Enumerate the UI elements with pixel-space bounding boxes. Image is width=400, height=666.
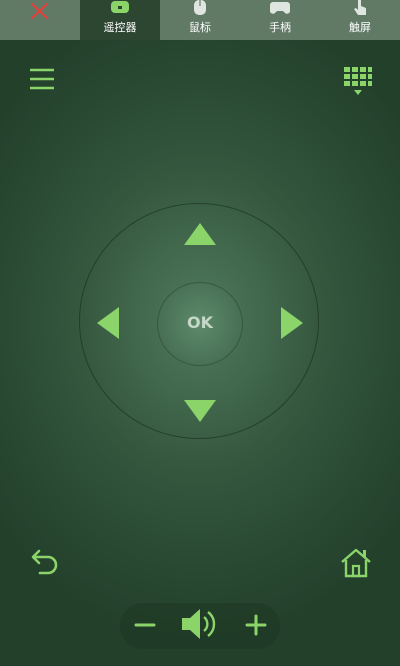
remote-icon <box>111 1 129 13</box>
tab-label: 触屏 <box>349 21 371 34</box>
tab-label: 鼠标 <box>189 21 211 34</box>
ok-label: OK <box>187 313 213 332</box>
menu-icon <box>30 68 54 90</box>
menu-button[interactable] <box>28 66 56 94</box>
volume-down-button[interactable] <box>132 612 158 638</box>
keypad-button[interactable] <box>343 66 373 98</box>
mouse-icon <box>194 0 206 15</box>
volume-up-button[interactable] <box>243 612 269 638</box>
tab-label: 遥控器 <box>103 21 137 34</box>
dpad-right-button[interactable] <box>280 306 304 340</box>
home-icon <box>341 548 371 578</box>
dpad-left-button[interactable] <box>96 306 120 340</box>
back-button[interactable] <box>28 547 62 579</box>
back-arrow-icon <box>31 549 58 575</box>
speaker-icon <box>182 609 216 639</box>
keypad-icon <box>344 67 372 95</box>
top-tab-bar: 遥控器 鼠标 手柄 触屏 <box>0 0 400 40</box>
close-icon <box>30 2 49 20</box>
home-button[interactable] <box>339 546 373 580</box>
volume-mute-button[interactable] <box>180 606 220 642</box>
gamepad-icon <box>270 2 290 14</box>
ok-button[interactable]: OK <box>157 282 243 366</box>
tab-gamepad[interactable]: 手柄 <box>240 0 320 40</box>
dpad-up-button[interactable] <box>183 222 217 246</box>
plus-icon <box>245 614 267 636</box>
tab-mouse[interactable]: 鼠标 <box>160 0 240 40</box>
tab-remote[interactable]: 遥控器 <box>80 0 160 40</box>
tab-touch[interactable]: 触屏 <box>320 0 400 40</box>
tab-label: 手柄 <box>269 21 291 34</box>
minus-icon <box>134 623 156 627</box>
touch-icon <box>354 0 366 15</box>
dpad-down-button[interactable] <box>183 399 217 423</box>
close-button[interactable] <box>0 0 80 40</box>
